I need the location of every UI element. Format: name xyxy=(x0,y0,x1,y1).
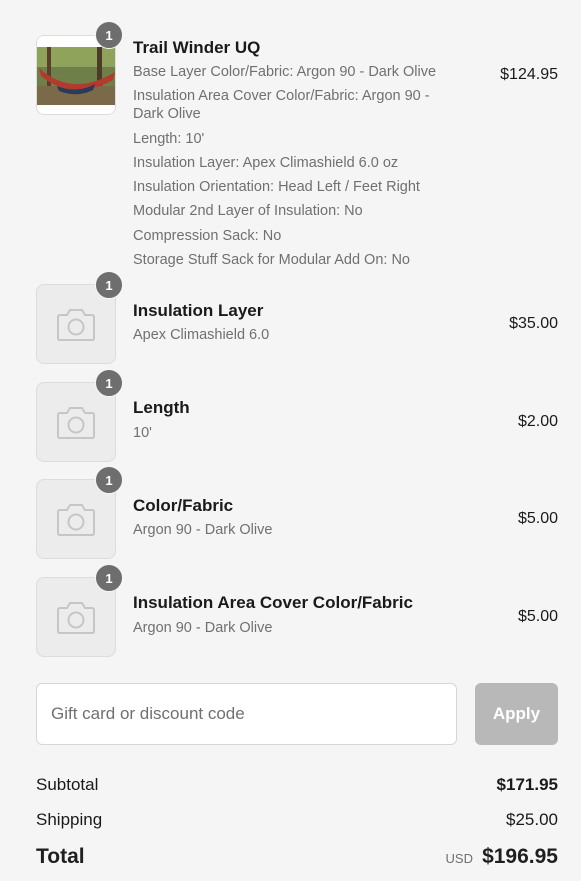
item-subtitle: Apex Climashield 6.0 xyxy=(133,327,270,343)
item-price: $5.00 xyxy=(517,510,558,527)
quantity-badge: 1 xyxy=(95,21,123,49)
item-option: Compression Sack: No xyxy=(133,228,282,244)
camera-icon xyxy=(57,309,95,341)
apply-button[interactable]: Apply xyxy=(475,683,558,745)
item-price: $5.00 xyxy=(517,608,558,625)
item-subtitle: 10' xyxy=(133,425,152,441)
item-option: Base Layer Color/Fabric: Argon 90 - Dark… xyxy=(133,64,437,80)
item-option: Insulation Area Cover Color/Fabric: Argo… xyxy=(133,88,430,104)
item-title: Length xyxy=(133,398,190,417)
quantity-badge: 1 xyxy=(95,369,123,397)
item-title: Color/Fabric xyxy=(133,496,234,515)
item-option: Modular 2nd Layer of Insulation: No xyxy=(133,203,363,219)
item-option: Length: 10' xyxy=(133,131,205,147)
item-price: $124.95 xyxy=(500,66,558,83)
item-title: Trail Winder UQ xyxy=(133,38,261,57)
item-option: Storage Stuff Sack for Modular Add On: N… xyxy=(133,252,410,268)
item-subtitle: Argon 90 - Dark Olive xyxy=(133,522,273,538)
item-price: $35.00 xyxy=(509,315,558,332)
camera-icon xyxy=(57,407,95,439)
item-option: Insulation Layer: Apex Climashield 6.0 o… xyxy=(133,155,399,171)
item-option: Insulation Orientation: Head Left / Feet… xyxy=(133,179,420,195)
item-title: Insulation Area Cover Color/Fabric xyxy=(133,593,413,612)
total-value: $196.95 xyxy=(482,845,558,868)
currency-code: USD xyxy=(445,851,473,866)
total-label: Total xyxy=(36,845,85,868)
item-option: Dark Olive xyxy=(133,106,201,122)
quantity-badge: 1 xyxy=(95,564,123,592)
item-price: $2.00 xyxy=(517,413,558,430)
quantity-badge: 1 xyxy=(95,466,123,494)
camera-icon xyxy=(57,602,95,634)
item-subtitle: Argon 90 - Dark Olive xyxy=(133,620,273,636)
subtotal-label: Subtotal xyxy=(36,775,99,794)
subtotal-value: $171.95 xyxy=(496,775,558,794)
shipping-label: Shipping xyxy=(36,810,103,829)
shipping-value: $25.00 xyxy=(506,810,558,829)
quantity-badge: 1 xyxy=(95,271,123,299)
item-title: Insulation Layer xyxy=(133,301,264,320)
camera-icon xyxy=(57,504,95,536)
discount-code-input[interactable] xyxy=(36,683,457,745)
